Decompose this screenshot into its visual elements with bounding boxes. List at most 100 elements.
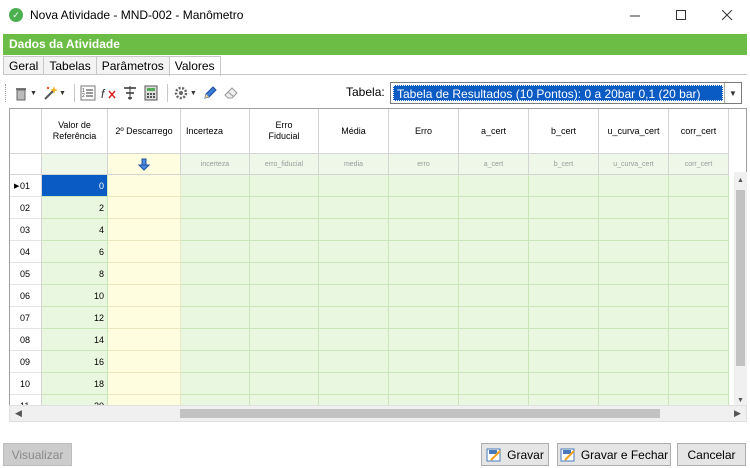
table-row[interactable]: 07 12 <box>10 307 746 329</box>
table-cell[interactable] <box>529 241 599 263</box>
table-row[interactable]: 08 14 <box>10 329 746 351</box>
table-cell[interactable] <box>599 351 669 373</box>
table-cell[interactable] <box>389 197 459 219</box>
tab-geral[interactable]: Geral <box>3 56 45 75</box>
table-cell[interactable] <box>669 241 729 263</box>
table-cell[interactable] <box>250 285 319 307</box>
clear-dropdown-button[interactable]: ▼ <box>12 83 38 103</box>
table-cell[interactable] <box>389 175 459 197</box>
scroll-left-icon[interactable]: ◀ <box>10 406 27 421</box>
table-cell[interactable] <box>319 285 389 307</box>
table-cell[interactable] <box>108 351 181 373</box>
column-header[interactable]: 2º Descarrego <box>108 109 181 154</box>
table-cell[interactable] <box>319 219 389 241</box>
table-cell[interactable] <box>319 197 389 219</box>
table-cell[interactable] <box>250 307 319 329</box>
table-cell[interactable] <box>389 307 459 329</box>
table-cell[interactable] <box>669 285 729 307</box>
table-cell[interactable] <box>669 197 729 219</box>
table-cell[interactable] <box>599 241 669 263</box>
table-cell[interactable] <box>529 285 599 307</box>
table-cell[interactable] <box>108 175 181 197</box>
table-cell[interactable] <box>599 219 669 241</box>
arrow-down-icon[interactable] <box>138 158 150 171</box>
table-cell[interactable] <box>599 175 669 197</box>
table-cell[interactable] <box>319 351 389 373</box>
table-cell[interactable] <box>459 329 529 351</box>
table-row[interactable]: ▶ 01 0 <box>10 175 746 197</box>
column-header[interactable]: a_cert <box>459 109 529 154</box>
table-cell[interactable] <box>459 263 529 285</box>
table-cell[interactable] <box>459 219 529 241</box>
reference-value-cell[interactable]: 14 <box>42 329 108 351</box>
table-cell[interactable] <box>250 175 319 197</box>
table-cell[interactable] <box>529 263 599 285</box>
table-cell[interactable] <box>459 285 529 307</box>
table-cell[interactable] <box>108 241 181 263</box>
table-cell[interactable] <box>181 307 250 329</box>
table-cell[interactable] <box>181 175 250 197</box>
reference-value-cell[interactable]: 6 <box>42 241 108 263</box>
table-cell[interactable] <box>319 175 389 197</box>
table-cell[interactable] <box>389 241 459 263</box>
formula-button[interactable]: f <box>100 83 118 103</box>
cancelar-button[interactable]: Cancelar <box>677 443 746 466</box>
wizard-dropdown-button[interactable]: ▼ <box>41 83 67 103</box>
reference-value-cell[interactable]: 2 <box>42 197 108 219</box>
table-cell[interactable] <box>250 197 319 219</box>
visualizar-button[interactable]: Visualizar <box>3 443 72 466</box>
vertical-scroll-thumb[interactable] <box>736 190 745 366</box>
column-header[interactable]: corr_cert <box>669 109 729 154</box>
table-cell[interactable] <box>108 285 181 307</box>
maximize-button[interactable] <box>658 0 704 30</box>
table-cell[interactable] <box>529 329 599 351</box>
table-cell[interactable] <box>459 373 529 395</box>
table-row[interactable]: 02 2 <box>10 197 746 219</box>
minimize-button[interactable] <box>612 0 658 30</box>
table-cell[interactable] <box>181 197 250 219</box>
table-row[interactable]: 03 4 <box>10 219 746 241</box>
table-row[interactable]: 10 18 <box>10 373 746 395</box>
column-header[interactable]: u_curva_cert <box>599 109 669 154</box>
table-cell[interactable] <box>250 329 319 351</box>
reference-value-cell[interactable]: 0 <box>42 175 108 197</box>
table-cell[interactable] <box>389 219 459 241</box>
table-row[interactable]: 09 16 <box>10 351 746 373</box>
table-cell[interactable] <box>389 285 459 307</box>
table-cell[interactable] <box>459 307 529 329</box>
reference-value-cell[interactable]: 12 <box>42 307 108 329</box>
table-cell[interactable] <box>459 197 529 219</box>
table-row[interactable]: 04 6 <box>10 241 746 263</box>
table-cell[interactable] <box>108 197 181 219</box>
table-cell[interactable] <box>529 175 599 197</box>
table-cell[interactable] <box>669 263 729 285</box>
scroll-right-icon[interactable]: ▶ <box>729 406 746 421</box>
table-cell[interactable] <box>319 329 389 351</box>
table-cell[interactable] <box>108 307 181 329</box>
table-cell[interactable] <box>250 373 319 395</box>
table-cell[interactable] <box>250 351 319 373</box>
edit-button[interactable] <box>201 83 219 103</box>
table-cell[interactable] <box>319 373 389 395</box>
table-cell[interactable] <box>181 329 250 351</box>
table-cell[interactable] <box>459 351 529 373</box>
gravar-button[interactable]: Gravar <box>481 443 549 466</box>
table-cell[interactable] <box>599 329 669 351</box>
close-button[interactable] <box>704 0 750 30</box>
column-header[interactable]: Erro <box>389 109 459 154</box>
tab-valores[interactable]: Valores <box>168 56 221 76</box>
table-cell[interactable] <box>108 263 181 285</box>
table-cell[interactable] <box>250 263 319 285</box>
table-cell[interactable] <box>250 241 319 263</box>
scroll-up-icon[interactable]: ▲ <box>734 172 747 188</box>
settings-dropdown-button[interactable]: ▼ <box>172 83 198 103</box>
table-cell[interactable] <box>599 263 669 285</box>
table-cell[interactable] <box>108 219 181 241</box>
table-cell[interactable] <box>529 307 599 329</box>
horizontal-scrollbar[interactable]: ◀ ▶ <box>9 405 747 422</box>
table-cell[interactable] <box>319 263 389 285</box>
table-cell[interactable] <box>529 351 599 373</box>
table-cell[interactable] <box>529 373 599 395</box>
gravar-fechar-button[interactable]: Gravar e Fechar <box>557 443 671 466</box>
reference-value-cell[interactable]: 4 <box>42 219 108 241</box>
